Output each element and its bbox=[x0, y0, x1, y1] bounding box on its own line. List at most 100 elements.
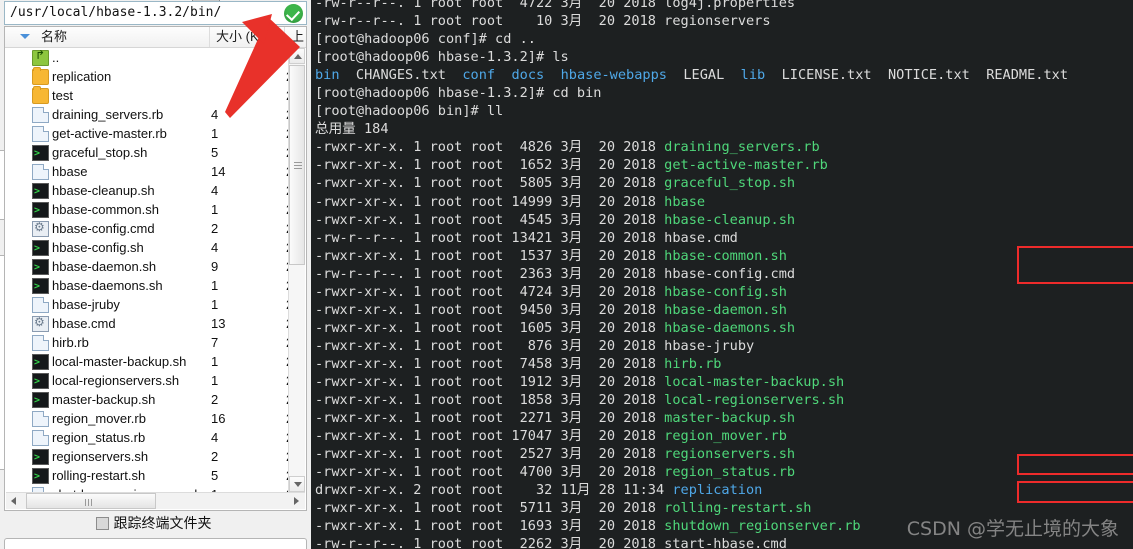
terminal-span: [root@hadoop06 hbase-1.3.2]# cd bin bbox=[315, 85, 602, 102]
terminal-span: graceful_stop.sh bbox=[664, 175, 796, 192]
file-list-rows[interactable]: ..replication2test2draining_servers.rb42… bbox=[6, 48, 289, 492]
terminal-line: -rwxr-xr-x. 1 root root 4700 3月 20 2018 … bbox=[315, 463, 1068, 481]
shell-icon bbox=[32, 467, 49, 486]
file-list-item[interactable]: hbase142 bbox=[6, 162, 289, 181]
file-list-item[interactable]: region_mover.rb162 bbox=[6, 409, 289, 428]
terminal-line: -rwxr-xr-x. 1 root root 14999 3月 20 2018… bbox=[315, 193, 1068, 211]
file-name: hbase-config.cmd bbox=[52, 221, 155, 236]
file-list-item[interactable]: hirb.rb72 bbox=[6, 333, 289, 352]
terminal-line: -rwxr-xr-x. 1 root root 2271 3月 20 2018 … bbox=[315, 409, 1068, 427]
cmd-icon bbox=[32, 218, 49, 237]
file-name: regionservers.sh bbox=[52, 449, 149, 464]
terminal-span: -rw-r--r--. 1 root root 2363 3月 20 2018 bbox=[315, 265, 665, 282]
terminal-span: draining_servers.rb bbox=[664, 139, 820, 156]
horizontal-scrollbar-thumb[interactable] bbox=[26, 493, 156, 509]
terminal-line: 总用量 184 bbox=[315, 120, 1068, 138]
path-bar[interactable]: /usr/local/hbase-1.3.2/bin/ bbox=[4, 1, 307, 25]
sort-descending-icon[interactable] bbox=[20, 34, 30, 39]
check-circle-icon[interactable] bbox=[284, 4, 303, 23]
terminal-span: -rwxr-xr-x. 1 root root 9450 3月 20 2018 bbox=[315, 301, 665, 318]
shell-icon bbox=[32, 353, 49, 372]
file-list-item[interactable]: hbase-config.sh42 bbox=[6, 238, 289, 258]
terminal-span: CHANGES.txt bbox=[339, 67, 463, 84]
terminal-line: [root@hadoop06 hbase-1.3.2]# ls bbox=[315, 48, 1068, 66]
column-header-size[interactable]: 大小 (KB) bbox=[210, 27, 285, 47]
file-list-item[interactable]: hbase.cmd132 bbox=[6, 313, 289, 333]
file-list-item[interactable]: hbase-daemon.sh92 bbox=[6, 257, 289, 277]
file-list-horizontal-scrollbar[interactable] bbox=[6, 492, 305, 509]
file-list-item[interactable]: hbase-cleanup.sh42 bbox=[6, 181, 289, 201]
file-list-item[interactable]: hbase-jruby12 bbox=[6, 295, 289, 314]
vertical-scrollbar-thumb[interactable] bbox=[289, 65, 305, 265]
file-list-item[interactable]: hbase-daemons.sh12 bbox=[6, 276, 289, 296]
terminal-line: -rwxr-xr-x. 1 root root 1652 3月 20 2018 … bbox=[315, 156, 1068, 174]
terminal-span: lib bbox=[740, 67, 766, 84]
file-list-item[interactable]: region_status.rb42 bbox=[6, 428, 289, 447]
terminal-span: rolling-restart.sh bbox=[664, 500, 812, 517]
scroll-left-button[interactable] bbox=[6, 493, 23, 509]
terminal-span: -rwxr-xr-x. 1 root root 876 3月 20 2018 bbox=[315, 337, 665, 354]
file-name: hbase-common.sh bbox=[52, 202, 159, 217]
file-size: 7 bbox=[211, 335, 219, 350]
file-list-item[interactable]: test2 bbox=[6, 86, 289, 105]
terminal-span: LICENSE.txt NOTICE.txt README.txt bbox=[765, 67, 1069, 84]
terminal-span: hbase-config.cmd bbox=[664, 265, 796, 282]
shell-icon bbox=[32, 258, 49, 277]
follow-terminal-checkbox[interactable] bbox=[95, 517, 109, 530]
csdn-watermark: CSDN @学无止境的大象 bbox=[906, 518, 1119, 540]
file-name: hbase-daemon.sh bbox=[52, 259, 157, 274]
column-header-name-label: 名称 bbox=[41, 29, 68, 44]
file-list-item[interactable]: local-regionservers.sh12 bbox=[6, 371, 289, 391]
file-size: 4 bbox=[211, 183, 219, 198]
terminal-span: -rw-r--r--. 1 root root 13421 3月 20 2018 bbox=[315, 229, 665, 246]
terminal-span: regionservers.sh bbox=[664, 446, 796, 463]
terminal-span: [root@hadoop06 conf]# cd .. bbox=[315, 31, 536, 48]
column-header-time[interactable]: 上 bbox=[285, 27, 307, 47]
file-list-item[interactable]: get-active-master.rb12 bbox=[6, 124, 289, 143]
terminal-span: -rwxr-xr-x. 1 root root 1912 3月 20 2018 bbox=[315, 373, 665, 390]
file-list-item[interactable]: graceful_stop.sh52 bbox=[6, 143, 289, 163]
terminal-span: local-master-backup.sh bbox=[664, 373, 845, 390]
follow-terminal-folder-row[interactable]: 跟踪终端文件夹 bbox=[0, 513, 307, 535]
scroll-down-button[interactable] bbox=[289, 476, 305, 492]
terminal-line: bin CHANGES.txt conf docs hbase-webapps … bbox=[315, 66, 1068, 84]
terminal-span: regionservers bbox=[664, 13, 771, 30]
file-size: 5 bbox=[211, 145, 219, 160]
terminal-span: 总用量 184 bbox=[315, 121, 389, 138]
terminal-span: -rwxr-xr-x. 1 root root 4700 3月 20 2018 bbox=[315, 464, 665, 481]
file-list-item[interactable]: hbase-common.sh12 bbox=[6, 200, 289, 220]
terminal-line: -rw-r--r--. 1 root root 13421 3月 20 2018… bbox=[315, 229, 1068, 247]
terminal-span: -rw-r--r--. 1 root root 10 3月 20 2018 bbox=[315, 13, 665, 30]
terminal-line: -rw-r--r--. 1 root root 2363 3月 20 2018 … bbox=[315, 265, 1068, 283]
scroll-up-button[interactable] bbox=[289, 48, 305, 64]
file-list-column-header: 名称 大小 (KB) 上 bbox=[5, 27, 306, 48]
file-list-item[interactable]: shutdown_regionserver.rb12 bbox=[6, 485, 289, 492]
terminal-line: [root@hadoop06 conf]# cd .. bbox=[315, 30, 1068, 48]
terminal-span: hirb.rb bbox=[664, 355, 722, 372]
file-list-item[interactable]: local-master-backup.sh12 bbox=[6, 352, 289, 372]
file-list-item[interactable]: master-backup.sh22 bbox=[6, 390, 289, 410]
terminal-window[interactable]: -rw-r--r--. 1 root root 4722 3月 20 2018 … bbox=[311, 0, 1133, 549]
file-name: replication bbox=[52, 69, 112, 84]
highlight-box-start-hbase bbox=[1017, 454, 1133, 475]
terminal-span: docs bbox=[511, 67, 545, 84]
terminal-span: bin bbox=[315, 67, 340, 84]
file-list-item[interactable]: replication2 bbox=[6, 67, 289, 86]
cmd-icon bbox=[32, 313, 49, 332]
path-input[interactable]: /usr/local/hbase-1.3.2/bin/ bbox=[10, 5, 221, 20]
terminal-span: master-backup.sh bbox=[664, 410, 796, 427]
file-list-item[interactable]: regionservers.sh22 bbox=[6, 447, 289, 467]
terminal-line: -rwxr-xr-x. 1 root root 876 3月 20 2018 h… bbox=[315, 337, 1068, 355]
terminal-span: -rwxr-xr-x. 1 root root 1652 3月 20 2018 bbox=[315, 157, 665, 174]
file-list-item[interactable]: .. bbox=[6, 48, 289, 67]
file-list-item[interactable]: hbase-config.cmd22 bbox=[6, 218, 289, 238]
file-list-item[interactable]: draining_servers.rb42 bbox=[6, 105, 289, 124]
column-header-name[interactable]: 名称 bbox=[5, 27, 210, 47]
shell-icon bbox=[32, 372, 49, 391]
terminal-span bbox=[495, 67, 511, 83]
doc-icon bbox=[32, 297, 49, 313]
file-list-vertical-scrollbar[interactable] bbox=[288, 48, 305, 492]
file-list-item[interactable]: rolling-restart.sh52 bbox=[6, 466, 289, 486]
scroll-right-button[interactable] bbox=[288, 493, 305, 509]
terminal-span: hbase-daemon.sh bbox=[664, 301, 787, 318]
